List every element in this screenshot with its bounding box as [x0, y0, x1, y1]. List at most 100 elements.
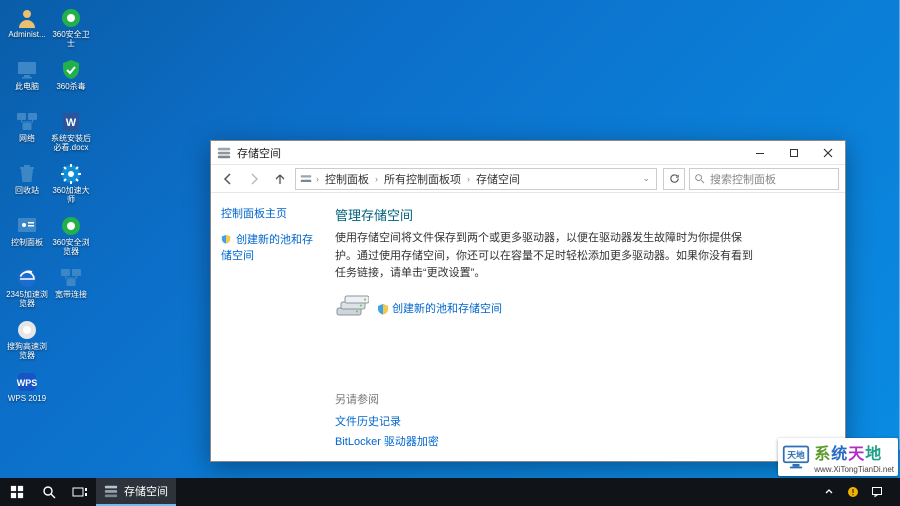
360-speed-icon — [59, 162, 83, 186]
search-icon — [694, 173, 706, 184]
content-description: 使用存储空间将文件保存到两个或更多驱动器，以便在驱动器发生故障时为你提供保护。通… — [335, 230, 755, 283]
desktop-icon-360-sd[interactable]: 360杀毒 — [50, 58, 92, 108]
2345-browser-icon — [15, 266, 39, 290]
desktop-icon-label: 360加速大师 — [49, 187, 93, 205]
desktop-icon-this-pc[interactable]: 此电脑 — [6, 58, 48, 108]
start-button[interactable] — [0, 478, 34, 506]
broadband-icon — [59, 266, 83, 290]
desktop-icon-label: 宽带连接 — [49, 291, 93, 300]
address-bar: › 控制面板 › 所有控制面板项 › 存储空间 ⌄ 搜索控制面板 — [211, 165, 845, 193]
taskbar: 存储空间 — [0, 478, 900, 506]
desktop-icon-label: 2345加速浏览器 — [5, 291, 49, 309]
close-button[interactable] — [811, 141, 845, 165]
watermark: 天地 系统天地 www.XiTongTianDi.net — [778, 438, 898, 476]
back-button[interactable] — [217, 168, 239, 190]
watermark-url: www.XiTongTianDi.net — [814, 465, 894, 474]
breadcrumb[interactable]: › 控制面板 › 所有控制面板项 › 存储空间 ⌄ — [295, 168, 657, 190]
recycle-bin-icon — [15, 162, 39, 186]
breadcrumb-sep: › — [373, 174, 380, 184]
breadcrumb-control-panel[interactable]: 控制面板 — [323, 171, 371, 187]
desktop-icon-broadband[interactable]: 宽带连接 — [50, 266, 92, 316]
taskbar-taskview-button[interactable] — [64, 478, 96, 506]
desktop-icon-install-notes[interactable]: W 系统安装后必看.docx — [50, 110, 92, 160]
desktop-icon-label: 360杀毒 — [49, 83, 93, 92]
search-placeholder: 搜索控制面板 — [710, 171, 776, 187]
desktop-icon-360-speed[interactable]: 360加速大师 — [50, 162, 92, 212]
storage-spaces-icon — [217, 146, 231, 160]
tray-chevron-icon[interactable] — [820, 483, 838, 501]
create-new-pool-link[interactable]: 创建新的池和存储空间 — [221, 231, 321, 263]
desktop-icon-label: 360安全卫士 — [49, 31, 93, 49]
svg-text:天地: 天地 — [788, 449, 806, 460]
360-sd-icon — [59, 58, 83, 82]
storage-spaces-window: 存储空间 › 控制面板 › 所有控制面板项 › 存储空间 ⌄ 搜索控制面板 — [210, 140, 846, 462]
breadcrumb-current[interactable]: 存储空间 — [474, 171, 522, 187]
desktop-icon-label: 系统安装后必看.docx — [49, 135, 93, 153]
desktop-icon-label: 此电脑 — [5, 83, 49, 92]
install-notes-icon: W — [59, 110, 83, 134]
forward-button[interactable] — [243, 168, 265, 190]
title-bar[interactable]: 存储空间 — [211, 141, 845, 165]
this-pc-icon — [15, 58, 39, 82]
desktop-icon-2345-browser[interactable]: 2345加速浏览器 — [6, 266, 48, 316]
desktop-icon-label: Administ... — [5, 31, 49, 40]
control-panel-icon — [15, 214, 39, 238]
taskbar-search-button[interactable] — [34, 478, 64, 506]
sogou-browser-icon — [15, 318, 39, 342]
bitlocker-link[interactable]: BitLocker 驱动器加密 — [335, 433, 829, 449]
breadcrumb-sep: › — [314, 174, 321, 184]
content-heading: 管理存储空间 — [335, 205, 829, 224]
window-body: 控制面板主页 创建新的池和存储空间 管理存储空间 使用存储空间将文件保存到两个或… — [211, 193, 845, 461]
desktop-icon-label: 回收站 — [5, 187, 49, 196]
watermark-monitor-icon: 天地 — [782, 443, 810, 471]
desktop-icon-network[interactable]: 网络 — [6, 110, 48, 160]
search-box[interactable]: 搜索控制面板 — [689, 168, 839, 190]
create-pool-link[interactable]: 创建新的池和存储空间 — [392, 303, 502, 315]
minimize-button[interactable] — [743, 141, 777, 165]
breadcrumb-sep: › — [465, 174, 472, 184]
shield-icon — [221, 234, 233, 246]
tray-security-icon[interactable] — [844, 483, 862, 501]
breadcrumb-all-items[interactable]: 所有控制面板项 — [382, 171, 463, 187]
breadcrumb-dropdown-icon[interactable]: ⌄ — [640, 173, 652, 184]
desktop-icon-sogou-browser[interactable]: 搜狗高速浏览器 — [6, 318, 48, 368]
shield-icon — [377, 303, 389, 315]
create-pool-action: 创建新的池和存储空间 — [335, 295, 829, 321]
system-tray — [820, 483, 900, 501]
control-panel-home-link[interactable]: 控制面板主页 — [221, 205, 321, 221]
desktop-icons: Administ...360安全卫士此电脑360杀毒网络 W 系统安装后必看.doc… — [6, 6, 92, 420]
main-content: 管理存储空间 使用存储空间将文件保存到两个或更多驱动器，以便在驱动器发生故障时为… — [331, 193, 845, 461]
desktop-icon-control-panel[interactable]: 控制面板 — [6, 214, 48, 264]
see-also-heading: 另请参阅 — [335, 391, 829, 407]
desktop-icon-label: 网络 — [5, 135, 49, 144]
360-safe-icon — [59, 6, 83, 30]
nav-sidebar: 控制面板主页 创建新的池和存储空间 — [211, 193, 331, 461]
wps-2019-icon: WPS — [15, 370, 39, 394]
svg-text:WPS: WPS — [17, 378, 38, 388]
desktop-icon-360-browser[interactable]: 360安全浏览器 — [50, 214, 92, 264]
desktop-icon-label: 搜狗高速浏览器 — [5, 343, 49, 361]
breadcrumb-root-icon — [300, 173, 312, 185]
refresh-button[interactable] — [663, 168, 685, 190]
svg-text:W: W — [66, 117, 77, 129]
desktop-icon-wps-2019[interactable]: WPS WPS 2019 — [6, 370, 48, 420]
desktop-icon-label: WPS 2019 — [5, 395, 49, 404]
window-controls — [743, 141, 845, 165]
desktop-icon-label: 360安全浏览器 — [49, 239, 93, 257]
taskbar-app-label: 存储空间 — [124, 483, 168, 499]
desktop-icon-administrator[interactable]: Administ... — [6, 6, 48, 56]
up-button[interactable] — [269, 168, 291, 190]
maximize-button[interactable] — [777, 141, 811, 165]
taskbar-app-storage-spaces[interactable]: 存储空间 — [96, 478, 176, 506]
file-history-link[interactable]: 文件历史记录 — [335, 413, 829, 429]
window-title: 存储空间 — [237, 145, 281, 161]
desktop-icon-360-safe[interactable]: 360安全卫士 — [50, 6, 92, 56]
drive-stack-icon — [335, 295, 369, 321]
network-icon — [15, 110, 39, 134]
watermark-brand: 系统天地 — [814, 440, 894, 464]
see-also-section: 另请参阅 文件历史记录 BitLocker 驱动器加密 — [335, 383, 829, 453]
desktop-icon-label: 控制面板 — [5, 239, 49, 248]
desktop-icon-recycle-bin[interactable]: 回收站 — [6, 162, 48, 212]
administrator-icon — [15, 6, 39, 30]
tray-notifications-icon[interactable] — [868, 483, 886, 501]
